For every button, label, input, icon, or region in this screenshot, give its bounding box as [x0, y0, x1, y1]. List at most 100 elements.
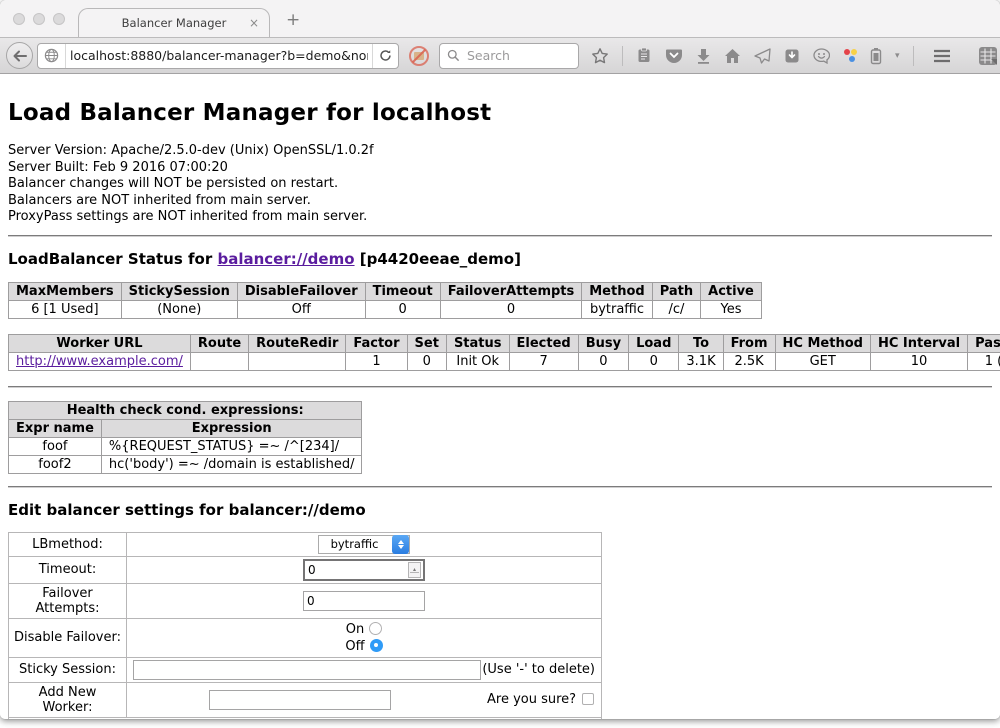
new-tab-button[interactable]: +	[286, 12, 300, 29]
lbmethod-row: LBmethod: bytraffic	[9, 532, 602, 556]
browser-window: Balancer Manager × +	[0, 0, 1000, 719]
menu-hamburger-icon[interactable]	[933, 49, 951, 63]
add-worker-row: Add New Worker: Are you sure?	[9, 682, 602, 717]
content-blocked-icon[interactable]	[409, 46, 429, 66]
pocket-icon[interactable]	[665, 48, 683, 64]
worker-url-link[interactable]: http://www.example.com/	[16, 354, 183, 369]
cell-failoverattempts: 0	[440, 300, 582, 318]
col-routeredir: RouteRedir	[249, 334, 346, 352]
chevron-down-icon[interactable]: ▾	[895, 51, 900, 61]
server-info: Server Version: Apache/2.5.0-dev (Unix) …	[8, 143, 992, 226]
timeout-input[interactable]	[305, 563, 408, 577]
are-you-sure-checkbox[interactable]	[582, 693, 594, 705]
cell-hc-method: GET	[775, 352, 870, 370]
col-stickysession: StickySession	[121, 282, 237, 300]
col-worker-url: Worker URL	[9, 334, 191, 352]
number-spinner-icon[interactable]: ▴	[408, 562, 421, 578]
toolbar-icons: ▾	[591, 46, 998, 66]
proxypass-note-line: ProxyPass settings are NOT inherited fro…	[8, 209, 992, 226]
cell-maxmembers: 6 [1 Used]	[9, 300, 122, 318]
radio-on[interactable]	[369, 622, 382, 635]
persist-note-line: Balancer changes will NOT be persisted o…	[8, 176, 992, 193]
reload-button[interactable]	[372, 44, 398, 68]
window-zoom-button[interactable]	[53, 13, 65, 25]
balancer-demo-link[interactable]: balancer://demo	[217, 250, 354, 268]
col-expr-name: Expr name	[9, 419, 102, 437]
cell-passes: 1 (0)	[968, 352, 1000, 370]
cell-routeredir	[249, 352, 346, 370]
radio-off[interactable]	[370, 639, 383, 652]
col-expression: Expression	[101, 419, 362, 437]
navigation-toolbar: ▾	[0, 37, 1000, 74]
search-input[interactable]	[465, 47, 571, 64]
health-row-foof: foof %{REQUEST_STATUS} =~ /^[234]/	[9, 437, 362, 455]
site-identity-globe-icon[interactable]	[38, 44, 66, 68]
tab-balancer-manager[interactable]: Balancer Manager ×	[78, 8, 270, 37]
sticky-session-row: Sticky Session: (Use '-' to delete)	[9, 657, 602, 682]
cell-elected: 7	[509, 352, 578, 370]
disable-failover-label: Disable Failover:	[9, 618, 127, 657]
save-box-icon[interactable]	[784, 48, 800, 64]
col-hc-method: HC Method	[775, 334, 870, 352]
worker-header-row: Worker URL Route RouteRedir Factor Set S…	[9, 334, 1000, 352]
sticky-session-input[interactable]	[133, 660, 481, 680]
worker-row: http://www.example.com/ 1 0 Init Ok 7 0 …	[9, 352, 1000, 370]
url-input[interactable]	[66, 48, 372, 63]
table-grid-extension-icon[interactable]	[978, 46, 998, 66]
inherit-note-line: Balancers are NOT inherited from main se…	[8, 193, 992, 210]
col-active: Active	[701, 282, 762, 300]
add-worker-label: Add New Worker:	[9, 682, 127, 717]
back-button[interactable]	[6, 42, 33, 69]
cell-expression-1: %{REQUEST_STATUS} =~ /^[234]/	[101, 437, 362, 455]
downloads-icon[interactable]	[696, 48, 711, 64]
window-minimize-button[interactable]	[33, 13, 45, 25]
divider-2	[8, 386, 992, 388]
lbmethod-select[interactable]: bytraffic	[318, 535, 411, 554]
failover-attempts-input[interactable]	[303, 591, 425, 611]
divider-3	[8, 486, 992, 488]
send-plane-icon[interactable]	[754, 48, 771, 64]
reader-clipboard-icon[interactable]	[636, 47, 652, 64]
window-close-button[interactable]	[13, 13, 25, 25]
col-timeout: Timeout	[365, 282, 440, 300]
lbmethod-label: LBmethod:	[9, 532, 127, 556]
search-bar[interactable]	[439, 43, 579, 69]
bookmark-star-icon[interactable]	[591, 47, 609, 65]
col-to: To	[679, 334, 723, 352]
col-maxmembers: MaxMembers	[9, 282, 122, 300]
timeout-row: Timeout: ▴	[9, 556, 602, 583]
blue-dot	[849, 56, 855, 62]
select-stepper-icon	[392, 535, 409, 554]
timeout-label: Timeout:	[9, 556, 127, 583]
screenshot: Balancer Manager × +	[0, 0, 1000, 728]
feedback-smiley-icon[interactable]	[813, 48, 830, 64]
col-route: Route	[190, 334, 248, 352]
col-method: Method	[582, 282, 652, 300]
balancer-params-table: MaxMembers StickySession DisableFailover…	[8, 282, 762, 319]
cell-load: 0	[629, 352, 679, 370]
cell-set: 0	[407, 352, 446, 370]
radio-off-label: Off	[345, 639, 364, 654]
back-arrow-icon	[13, 50, 27, 62]
page-content: Load Balancer Manager for localhost Serv…	[0, 74, 1000, 719]
server-version-line: Server Version: Apache/2.5.0-dev (Unix) …	[8, 143, 992, 160]
sticky-session-note: (Use '-' to delete)	[482, 662, 597, 677]
cell-path: /c/	[652, 300, 700, 318]
balancer-params-row: 6 [1 Used] (None) Off 0 0 bytraffic /c/ …	[9, 300, 762, 318]
tab-close-icon[interactable]: ×	[249, 16, 259, 30]
color-dots-extension-icon[interactable]	[843, 49, 857, 62]
status-heading: LoadBalancer Status for balancer://demo …	[8, 250, 992, 268]
balancer-params-header-row: MaxMembers StickySession DisableFailover…	[9, 282, 762, 300]
add-worker-input[interactable]	[209, 690, 391, 710]
failover-attempts-label: Failover Attempts:	[9, 583, 127, 618]
toolbar-separator	[622, 46, 623, 66]
toolbar-separator-2	[913, 46, 914, 66]
battery-icon[interactable]	[870, 47, 882, 65]
failover-attempts-row: Failover Attempts:	[9, 583, 602, 618]
col-factor: Factor	[346, 334, 407, 352]
url-bar[interactable]	[37, 43, 399, 69]
tab-title: Balancer Manager	[122, 16, 227, 30]
cell-busy: 0	[578, 352, 628, 370]
home-icon[interactable]	[724, 48, 741, 64]
edit-settings-heading: Edit balancer settings for balancer://de…	[8, 501, 992, 519]
